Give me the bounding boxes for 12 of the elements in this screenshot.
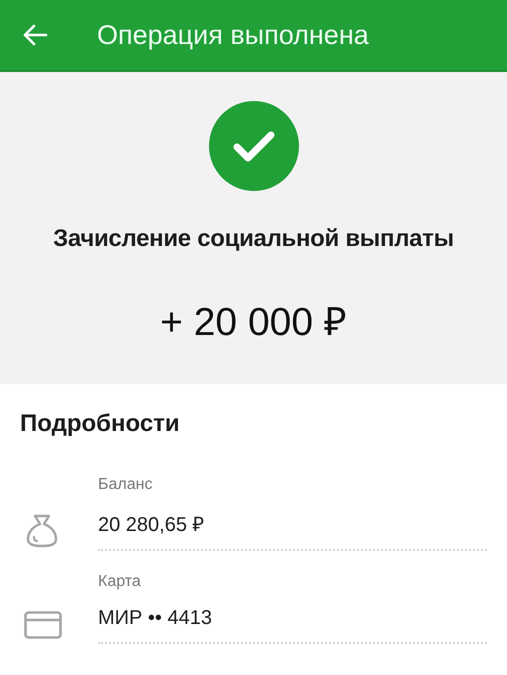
operation-description: Зачисление социальной выплаты	[53, 225, 454, 253]
detail-value: 20 280,65 ₽	[98, 513, 206, 537]
detail-value: МИР •• 4413	[98, 607, 213, 630]
success-check-icon	[208, 101, 298, 191]
detail-label: Карта	[98, 573, 142, 591]
detail-label: Баланс	[98, 476, 154, 494]
back-arrow-icon	[22, 24, 48, 46]
operation-amount: + 20 000 ₽	[160, 300, 347, 346]
card-icon	[24, 611, 62, 639]
money-bag-icon	[24, 514, 60, 548]
screen-title: Операция выполнена	[97, 20, 369, 50]
section-title: Подробности	[20, 410, 181, 438]
